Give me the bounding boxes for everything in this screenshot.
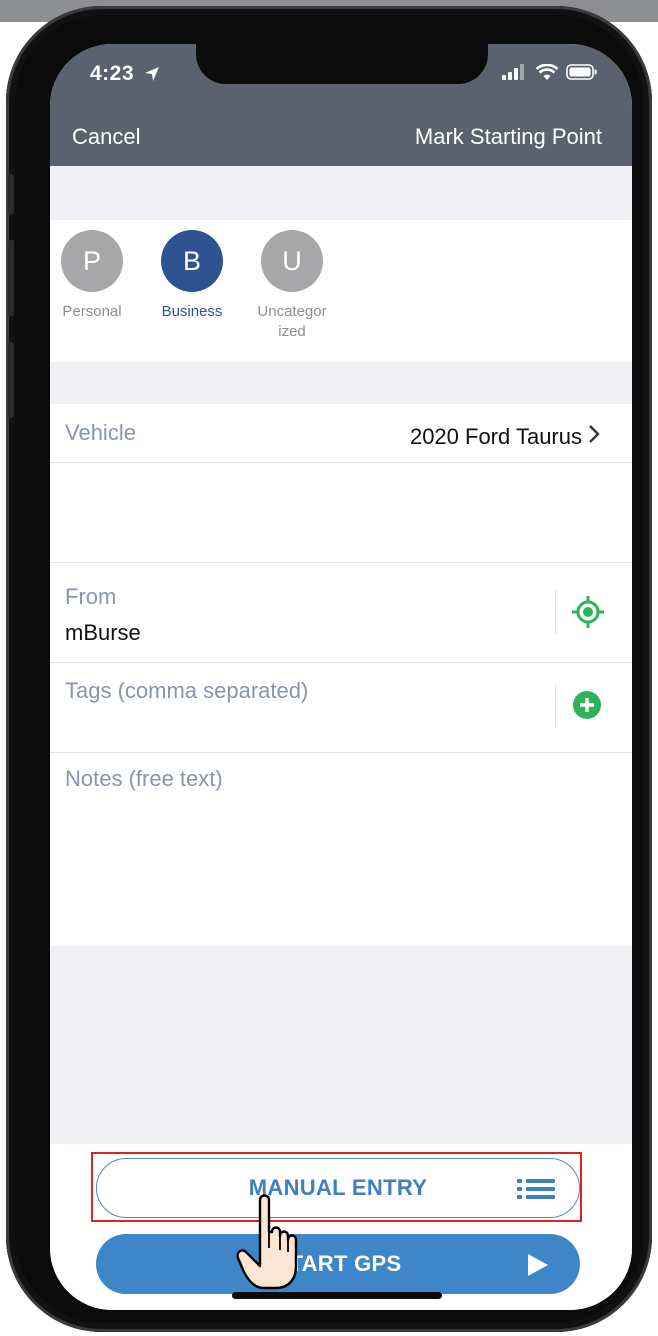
status-bar: 4:23 (50, 44, 632, 116)
play-icon (528, 1254, 548, 1276)
category-business[interactable]: B Business (150, 230, 234, 322)
app-screen: 4:23 Cancel Mark Starting Point P Person… (50, 44, 632, 1310)
vehicle-label: Vehicle (65, 420, 136, 445)
divider (50, 662, 632, 663)
separator (555, 684, 556, 728)
volume-down-button (8, 342, 14, 418)
divider (50, 462, 632, 463)
nav-bar: Cancel Mark Starting Point (50, 116, 632, 166)
separator (555, 590, 556, 634)
status-time: 4:23 (90, 62, 135, 85)
category-personal[interactable]: P Personal (50, 230, 134, 322)
start-gps-label: START GPS (274, 1251, 402, 1276)
home-indicator (232, 1292, 442, 1299)
device-notch (196, 44, 488, 84)
tags-input[interactable]: Tags (comma separated) (65, 678, 308, 704)
divider (50, 562, 632, 563)
status-icons (502, 63, 598, 85)
signal-icon (502, 64, 528, 85)
divider (50, 752, 632, 753)
category-uncategorized[interactable]: U Uncategor ized (250, 230, 334, 342)
location-arrow-icon (144, 66, 160, 87)
add-circle-icon[interactable] (572, 690, 602, 725)
category-business-label: Business (161, 303, 223, 320)
tap-highlight-box (91, 1152, 582, 1222)
cancel-button[interactable]: Cancel (72, 124, 140, 150)
mute-switch (8, 174, 14, 214)
pointing-hand-icon (236, 1192, 300, 1297)
mark-starting-point-button[interactable]: Mark Starting Point (415, 124, 602, 150)
start-gps-button[interactable]: START GPS (96, 1234, 580, 1294)
category-selector: P Personal B Business U Uncategor ized (50, 220, 632, 362)
notes-input[interactable]: Notes (free text) (65, 766, 223, 792)
from-value[interactable]: mBurse (65, 620, 141, 646)
category-personal-circle[interactable]: P (61, 230, 123, 292)
battery-icon (566, 64, 598, 85)
trip-form (50, 404, 632, 946)
category-uncategorized-circle[interactable]: U (261, 230, 323, 292)
crosshair-location-icon[interactable] (570, 594, 606, 635)
from-label: From (65, 584, 117, 609)
category-business-circle[interactable]: B (161, 230, 223, 292)
category-personal-label: Personal (62, 303, 122, 320)
category-uncategorized-label: Uncategor ized (257, 303, 327, 340)
wifi-icon (535, 63, 559, 85)
chevron-right-icon[interactable] (588, 424, 600, 450)
vehicle-value[interactable]: 2020 Ford Taurus (410, 424, 582, 450)
phone-frame: 4:23 Cancel Mark Starting Point P Person… (6, 6, 652, 1332)
volume-up-button (8, 240, 14, 316)
